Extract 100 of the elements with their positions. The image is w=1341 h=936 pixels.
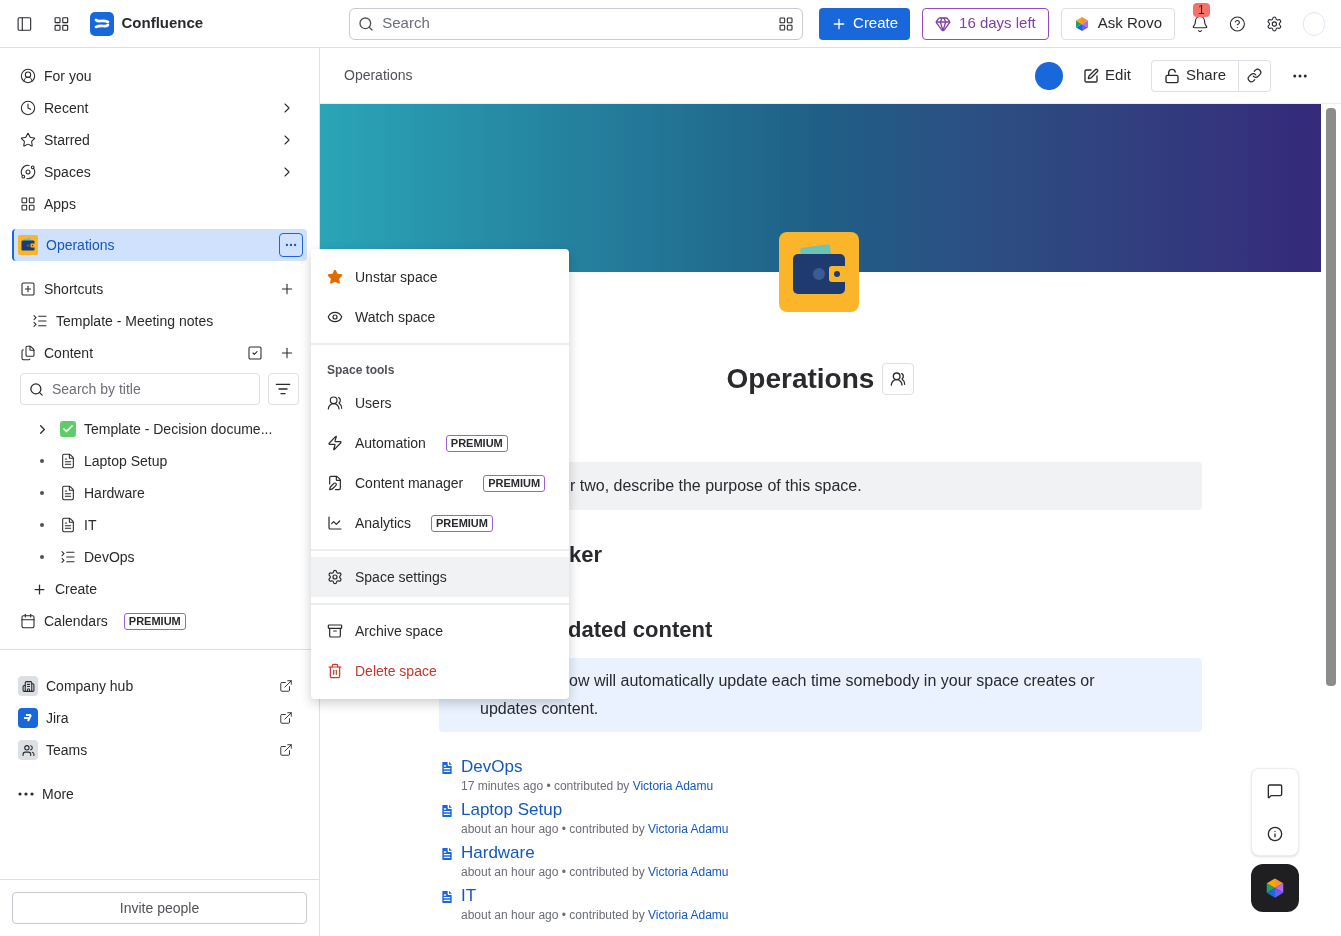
- section-label[interactable]: Shortcuts: [44, 278, 271, 300]
- title-search-field[interactable]: Search by title: [20, 373, 260, 405]
- menu-item[interactable]: Watch space: [311, 297, 569, 337]
- notifications-icon[interactable]: [1191, 14, 1209, 33]
- nav-item[interactable]: Calendars: [44, 610, 108, 632]
- building-icon: [18, 676, 38, 696]
- settings-icon[interactable]: [1265, 14, 1283, 33]
- bullet-icon: [40, 459, 44, 463]
- menu-item-icon: [327, 475, 343, 491]
- more-actions-button[interactable]: [279, 233, 303, 257]
- app-switcher-icon[interactable]: [52, 14, 70, 33]
- hexagon-logo-icon: [1264, 877, 1286, 899]
- ask-rovo-button[interactable]: Ask Rovo: [1060, 7, 1175, 40]
- people-button[interactable]: [882, 363, 915, 395]
- nav-item[interactable]: Apps: [12, 188, 307, 220]
- page-link[interactable]: DevOps: [461, 756, 714, 778]
- nav-item[interactable]: For you: [12, 60, 307, 92]
- add-icon[interactable]: [279, 345, 295, 361]
- live-doc-icon: [32, 313, 48, 329]
- bullet-icon: [40, 523, 44, 527]
- premium-badge: PREMIUM: [483, 474, 546, 492]
- create-link[interactable]: Create: [20, 573, 299, 605]
- help-icon[interactable]: [1229, 14, 1246, 33]
- nav-icon: [20, 164, 36, 180]
- author-link[interactable]: Victoria Adamu: [632, 779, 714, 793]
- page-link[interactable]: IT: [461, 885, 729, 907]
- rovo-button[interactable]: [1251, 864, 1299, 912]
- page-link[interactable]: Hardware: [461, 842, 729, 864]
- page-meta: about an hour ago • contributed by: [461, 908, 645, 922]
- author-link[interactable]: Victoria Adamu: [648, 865, 729, 879]
- plus-icon: [32, 581, 47, 597]
- info-icon[interactable]: [1267, 825, 1283, 842]
- menu-item-icon: [327, 309, 343, 325]
- title-search-input[interactable]: Search by title: [52, 378, 251, 400]
- search-input[interactable]: Search: [382, 12, 771, 35]
- menu-item[interactable]: Space settings: [311, 557, 569, 597]
- app-link[interactable]: Teams: [46, 739, 271, 761]
- invite-people-button[interactable]: Invite people: [12, 892, 307, 924]
- nav-icon: [20, 132, 36, 148]
- checkbox-icon[interactable]: [247, 345, 263, 361]
- unlock-icon: [1163, 67, 1180, 84]
- shortcut-item[interactable]: Template - Meeting notes: [56, 310, 214, 332]
- menu-item[interactable]: Users: [311, 383, 569, 423]
- menu-item-icon: [327, 623, 343, 639]
- external-link-icon[interactable]: [279, 679, 293, 693]
- page-link[interactable]: Laptop Setup: [461, 799, 729, 821]
- filter-button[interactable]: [267, 373, 299, 405]
- app-link[interactable]: Company hub: [46, 675, 271, 697]
- nav-item[interactable]: Starred: [12, 124, 307, 156]
- calendar-icon: [20, 613, 36, 629]
- menu-item[interactable]: Analytics PREMIUM: [311, 503, 569, 543]
- external-link-icon[interactable]: [279, 711, 293, 725]
- tree-item[interactable]: Template - Decision docume...: [20, 413, 299, 445]
- tree-item[interactable]: Laptop Setup: [20, 445, 299, 477]
- confluence-logo-icon: [89, 11, 114, 36]
- breadcrumb[interactable]: Operations: [344, 65, 1028, 86]
- space-item[interactable]: Operations: [12, 229, 307, 261]
- avatar[interactable]: [1035, 61, 1064, 90]
- bullet-icon: [40, 555, 44, 559]
- add-icon[interactable]: [279, 281, 295, 297]
- product-name[interactable]: Confluence: [121, 12, 204, 35]
- author-link[interactable]: Victoria Adamu: [648, 822, 729, 836]
- menu-item[interactable]: Unstar space: [311, 257, 569, 297]
- edit-button[interactable]: Edit: [1071, 59, 1143, 92]
- tree-item[interactable]: Hardware: [20, 477, 299, 509]
- nav-icon: [20, 68, 36, 84]
- create-button[interactable]: Create: [819, 7, 911, 40]
- menu-item-icon: [327, 269, 343, 285]
- trial-button[interactable]: 16 days left: [922, 7, 1049, 40]
- people-icon: [18, 740, 38, 760]
- tree-item[interactable]: IT: [20, 509, 299, 541]
- section-label[interactable]: Content: [44, 342, 239, 364]
- sidebar-toggle-icon[interactable]: [16, 14, 33, 33]
- app-link[interactable]: Jira: [46, 707, 271, 729]
- jira-logo-icon: [18, 708, 38, 728]
- search-field[interactable]: Search: [349, 7, 804, 40]
- menu-item[interactable]: Delete space: [311, 651, 569, 691]
- nav-item[interactable]: Spaces: [12, 156, 307, 188]
- gem-icon: [935, 15, 952, 32]
- page-icon: [60, 517, 76, 533]
- live-doc-icon: [60, 549, 76, 565]
- menu-item[interactable]: Automation PREMIUM: [311, 423, 569, 463]
- page-meta: about an hour ago • contributed by: [461, 822, 645, 836]
- hexagon-logo-icon: [1073, 15, 1090, 32]
- description-text: r two, describe the purpose of this space.: [570, 476, 862, 496]
- external-link-icon[interactable]: [279, 743, 293, 757]
- nav-item[interactable]: Recent: [12, 92, 307, 124]
- page-meta: about an hour ago • contributed by: [461, 865, 645, 879]
- page-icon: [60, 453, 76, 469]
- checkmark-icon: [60, 421, 76, 437]
- page-icon: [439, 889, 455, 905]
- bullet-icon: [40, 491, 44, 495]
- menu-item[interactable]: Archive space: [311, 611, 569, 651]
- author-link[interactable]: Victoria Adamu: [648, 908, 729, 922]
- nav-icon: [20, 100, 36, 116]
- search-icon: [29, 381, 44, 397]
- more-link[interactable]: More: [18, 778, 301, 810]
- tree-item[interactable]: DevOps: [20, 541, 299, 573]
- comment-icon[interactable]: [1267, 782, 1283, 799]
- menu-item[interactable]: Content manager PREMIUM: [311, 463, 569, 503]
